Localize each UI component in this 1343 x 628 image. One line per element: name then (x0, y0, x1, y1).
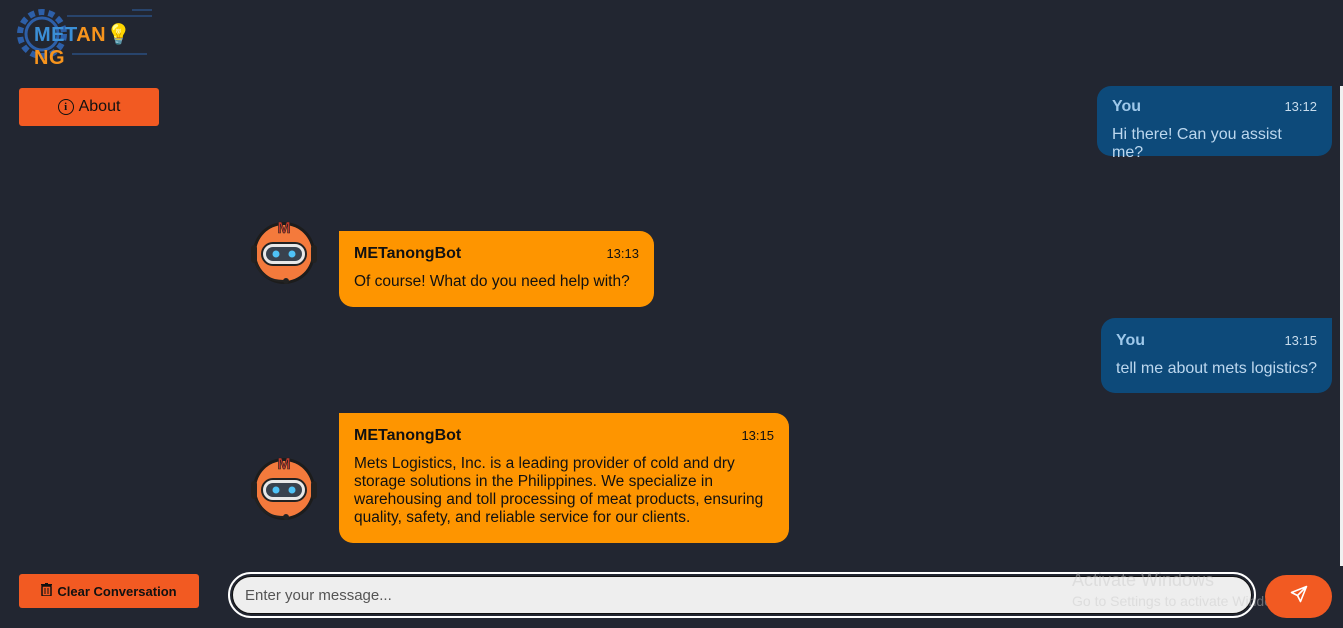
message-input[interactable] (232, 576, 1252, 614)
message-time: 13:12 (1284, 99, 1317, 114)
message-text: Hi there! Can you assist me? (1112, 126, 1282, 161)
sender-name: METanongBot (354, 427, 462, 444)
sender-name: You (1112, 98, 1142, 115)
message-text: Mets Logistics, Inc. is a leading provid… (354, 455, 764, 526)
bulb-icon: 💡 (106, 24, 132, 46)
trash-icon (41, 583, 53, 599)
message-text: Of course! What do you need help with? (354, 273, 630, 290)
clear-conversation-label: Clear Conversation (57, 583, 177, 599)
message-time: 13:15 (1284, 333, 1317, 348)
robot-avatar-icon: M (248, 215, 320, 287)
sender-name: You (1116, 332, 1146, 349)
logo-text: METAN💡NG (34, 24, 132, 69)
app-logo: METAN💡NG (12, 6, 162, 69)
about-label: About (78, 98, 121, 115)
bot-message: METanongBot 13:13 Of course! What do you… (339, 231, 654, 307)
svg-text:M: M (277, 220, 290, 237)
send-icon (1290, 585, 1308, 608)
send-button[interactable] (1265, 575, 1332, 618)
message-text: tell me about mets logistics? (1116, 360, 1317, 377)
sender-name: METanongBot (354, 245, 462, 262)
svg-text:M: M (277, 456, 290, 473)
message-input-wrapper (228, 572, 1256, 618)
info-icon: i (57, 99, 74, 115)
message-time: 13:13 (606, 246, 639, 261)
message-time: 13:15 (741, 428, 774, 443)
user-message: You 13:15 tell me about mets logistics? (1101, 318, 1332, 393)
clear-conversation-button[interactable]: Clear Conversation (19, 574, 199, 608)
about-button[interactable]: i About (19, 88, 159, 126)
robot-avatar-icon: M (248, 451, 320, 523)
user-message: You 13:12 Hi there! Can you assist me? (1097, 86, 1332, 161)
bot-message: METanongBot 13:15 Mets Logistics, Inc. i… (339, 413, 789, 543)
